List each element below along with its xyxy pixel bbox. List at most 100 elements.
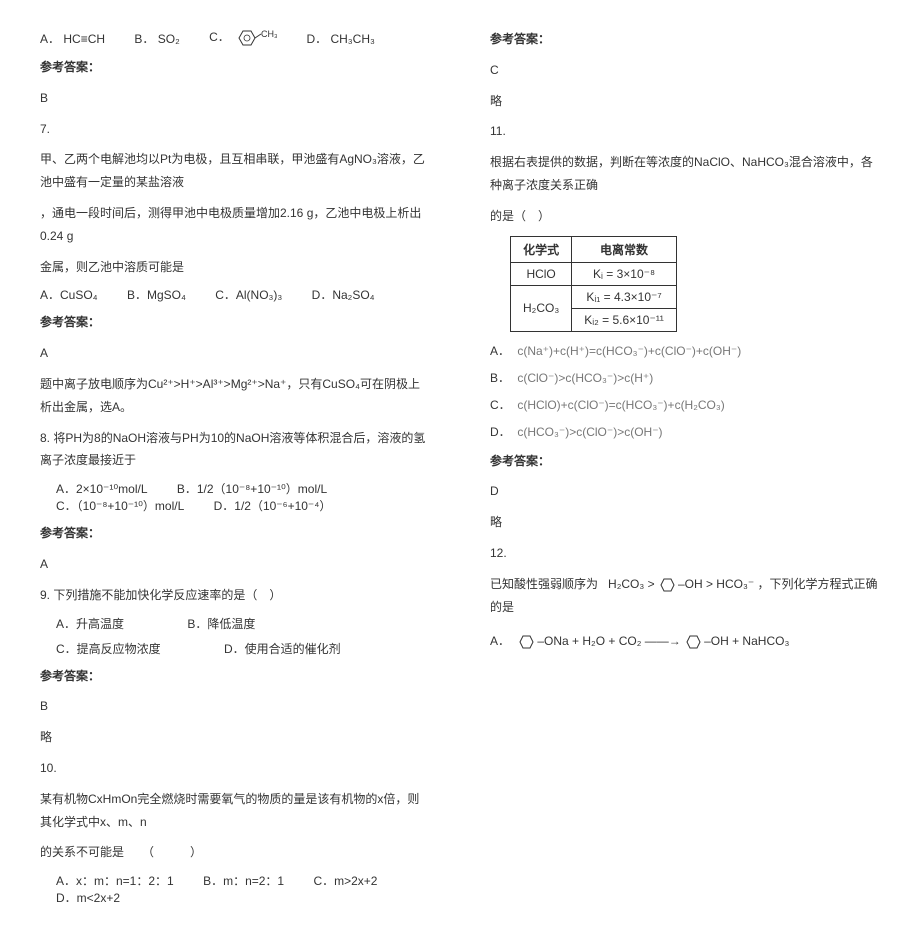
opt-text: c(Na⁺)+c(H⁺)=c(HCO₃⁻)+c(ClO⁻)+c(OH⁻) xyxy=(517,344,741,358)
opt-text: SO₂ xyxy=(158,32,180,46)
opt-label: D． xyxy=(490,423,514,440)
q8-num: 8. xyxy=(40,431,50,445)
right-column: 参考答案： C 略 11. 根据右表提供的数据，判断在等浓度的NaClO、NaH… xyxy=(490,20,880,914)
opt-label: C． xyxy=(209,30,230,44)
q7-body2: ，通电一段时间后，测得甲池中电极质量增加2.16 g，乙池中电极上析出0.24 … xyxy=(40,202,430,248)
q8-opt-a: A．2×10⁻¹⁰mol/L xyxy=(56,480,148,497)
opt-text: HC≡CH xyxy=(63,32,105,46)
q10-options: A．x：m：n=1：2：1 B．m：n=2：1 C．m>2x+2 D．m<2x+… xyxy=(56,872,430,906)
q10-opt-a: A．x：m：n=1：2：1 xyxy=(56,872,174,889)
q11-opt-b: B． c(ClO⁻)>c(HCO₃⁻)>c(H⁺) xyxy=(490,369,880,386)
q6-opt-a: A． HC≡CH xyxy=(40,30,105,47)
q6-answer: B xyxy=(40,87,430,110)
q10-opt-d: D．m<2x+2 xyxy=(56,889,120,906)
opt-label: A． xyxy=(490,342,514,359)
q12-h2co3: H₂CO₃ > xyxy=(608,577,655,591)
q8-opt-d: D．1/2（10⁻⁶+10⁻⁴） xyxy=(214,497,332,514)
q12-oh: –OH xyxy=(678,577,703,591)
q7-options: A．CuSO₄ B．MgSO₄ C．Al(NO₃)₃ D．Na₂SO₄ xyxy=(40,286,430,303)
q7-opt-c: C．Al(NO₃)₃ xyxy=(215,286,282,303)
q10-explain: 略 xyxy=(490,90,880,113)
q7-body3: 金属，则乙池中溶质可能是 xyxy=(40,256,430,279)
th-constant: 电离常数 xyxy=(572,236,677,262)
q11-body2: 的是（ ） xyxy=(490,205,880,228)
q11-answer-label: 参考答案： xyxy=(490,450,880,473)
q12a-plus: + H₂O + CO₂ ——→ xyxy=(572,634,684,648)
cell-hclo: HClO xyxy=(511,262,572,285)
q7-opt-a: A．CuSO₄ xyxy=(40,286,98,303)
q12a-oh: –OH xyxy=(704,634,729,648)
q11-opt-d: D． c(HCO₃⁻)>c(ClO⁻)>c(OH⁻) xyxy=(490,423,880,440)
q8-opt-c: C．（10⁻⁸+10⁻¹⁰）mol/L xyxy=(56,497,184,514)
opt-label: B． xyxy=(134,32,154,46)
q12-opt-a: A． –ONa + H₂O + CO₂ ——→ –OH + NaHCO₃ xyxy=(490,632,880,651)
cell-hclo-k: Kᵢ = 3×10⁻⁸ xyxy=(572,262,677,285)
q7-body1: 甲、乙两个电解池均以Pt为电极，且互相串联，甲池盛有AgNO₃溶液，乙池中盛有一… xyxy=(40,148,430,194)
q9-num: 9. xyxy=(40,588,50,602)
opt-text: c(ClO⁻)>c(HCO₃⁻)>c(H⁺) xyxy=(517,371,653,385)
phenol-icon xyxy=(684,633,704,651)
cell-h2co3: H₂CO₃ xyxy=(511,285,572,331)
opt-label: A． xyxy=(490,632,514,649)
opt-text: CH₃CH₃ xyxy=(330,32,374,46)
benzene-ch3-icon: CH₃ xyxy=(233,28,277,48)
q7-opt-d: D．Na₂SO₄ xyxy=(312,286,375,303)
q9-opt-b: B．降低温度 xyxy=(187,615,255,632)
q12-num: 12. xyxy=(490,542,880,565)
q10-answer: C xyxy=(490,59,880,82)
q7-answer-label: 参考答案： xyxy=(40,311,430,334)
phenoxide-icon xyxy=(517,633,537,651)
q7-num: 7. xyxy=(40,118,430,141)
q9-body: 下列措施不能加快化学反应速率的是（ ） xyxy=(53,588,281,602)
svg-text:CH₃: CH₃ xyxy=(261,29,277,39)
q9-options-1: A．升高温度 B．降低温度 xyxy=(56,615,430,632)
q8-options: A．2×10⁻¹⁰mol/L B．1/2（10⁻⁸+10⁻¹⁰）mol/L C．… xyxy=(56,480,430,514)
q7-explain: 题中离子放电顺序为Cu²⁺>H⁺>Al³⁺>Mg²⁺>Na⁺，只有CuSO₄可在… xyxy=(40,373,430,419)
q9-opt-c: C．提高反应物浓度 xyxy=(56,640,161,657)
q11-opt-a: A． c(Na⁺)+c(H⁺)=c(HCO₃⁻)+c(ClO⁻)+c(OH⁻) xyxy=(490,342,880,359)
q12-gt-hco3: > HCO₃⁻ xyxy=(706,577,754,591)
q11-answer: D xyxy=(490,480,880,503)
cell-h2co3-k2: Kᵢ₂ = 5.6×10⁻¹¹ xyxy=(572,308,677,331)
q9-answer-label: 参考答案： xyxy=(40,665,430,688)
q6-options: A． HC≡CH B． SO₂ C． CH₃ D． CH₃CH₃ xyxy=(40,28,430,48)
q12-body-pre: 已知酸性强弱顺序为 xyxy=(490,577,598,591)
q9-row: 9. 下列措施不能加快化学反应速率的是（ ） xyxy=(40,584,430,607)
opt-label: C． xyxy=(490,396,514,413)
q6-opt-d: D． CH₃CH₃ xyxy=(306,30,374,47)
table-row: 化学式 电离常数 xyxy=(511,236,677,262)
q8-row: 8. 将PH为8的NaOH溶液与PH为10的NaOH溶液等体积混合后，溶液的氢离… xyxy=(40,427,430,473)
ionization-constants-table: 化学式 电离常数 HClO Kᵢ = 3×10⁻⁸ H₂CO₃ Kᵢ₁ = 4.… xyxy=(510,236,677,332)
q8-opt-b: B．1/2（10⁻⁸+10⁻¹⁰）mol/L xyxy=(177,480,327,497)
q8-answer: A xyxy=(40,553,430,576)
q10-body1: 某有机物CxHmOn完全燃烧时需要氧气的物质的量是该有机物的x倍，则其化学式中x… xyxy=(40,788,430,834)
opt-label: D． xyxy=(306,32,327,46)
q12-body: 已知酸性强弱顺序为 H₂CO₃ > –OH > HCO₃⁻ ，下列化学方程式正确… xyxy=(490,573,880,619)
q10-opt-c: C．m>2x+2 xyxy=(313,872,377,889)
q12a-ona: –ONa xyxy=(537,634,568,648)
opt-label: A． xyxy=(40,32,60,46)
q11-body1: 根据右表提供的数据，判断在等浓度的NaClO、NaHCO₃混合溶液中，各种离子浓… xyxy=(490,151,880,197)
q9-options-2: C．提高反应物浓度 D．使用合适的催化剂 xyxy=(56,640,430,657)
opt-text: c(HClO)+c(ClO⁻)=c(HCO₃⁻)+c(H₂CO₃) xyxy=(517,398,724,412)
table-row: H₂CO₃ Kᵢ₁ = 4.3×10⁻⁷ xyxy=(511,285,677,308)
q6-opt-c: C． CH₃ xyxy=(209,28,277,48)
q6-opt-b: B． SO₂ xyxy=(134,30,179,47)
q9-explain: 略 xyxy=(40,726,430,749)
phenol-icon xyxy=(658,576,678,594)
opt-label: B． xyxy=(490,369,514,386)
q12a-end: + NaHCO₃ xyxy=(732,634,789,648)
q8-body: 将PH为8的NaOH溶液与PH为10的NaOH溶液等体积混合后，溶液的氢离子浓度… xyxy=(40,431,425,468)
table-row: HClO Kᵢ = 3×10⁻⁸ xyxy=(511,262,677,285)
q10-num: 10. xyxy=(40,757,430,780)
q11-opt-c: C． c(HClO)+c(ClO⁻)=c(HCO₃⁻)+c(H₂CO₃) xyxy=(490,396,880,413)
q11-num: 11. xyxy=(490,120,880,143)
q9-opt-d: D．使用合适的催化剂 xyxy=(224,640,341,657)
q11-explain: 略 xyxy=(490,511,880,534)
q7-opt-b: B．MgSO₄ xyxy=(127,286,186,303)
q7-answer: A xyxy=(40,342,430,365)
q10-answer-label: 参考答案： xyxy=(490,28,880,51)
q8-answer-label: 参考答案： xyxy=(40,522,430,545)
opt-text: c(HCO₃⁻)>c(ClO⁻)>c(OH⁻) xyxy=(517,425,662,439)
th-formula: 化学式 xyxy=(511,236,572,262)
